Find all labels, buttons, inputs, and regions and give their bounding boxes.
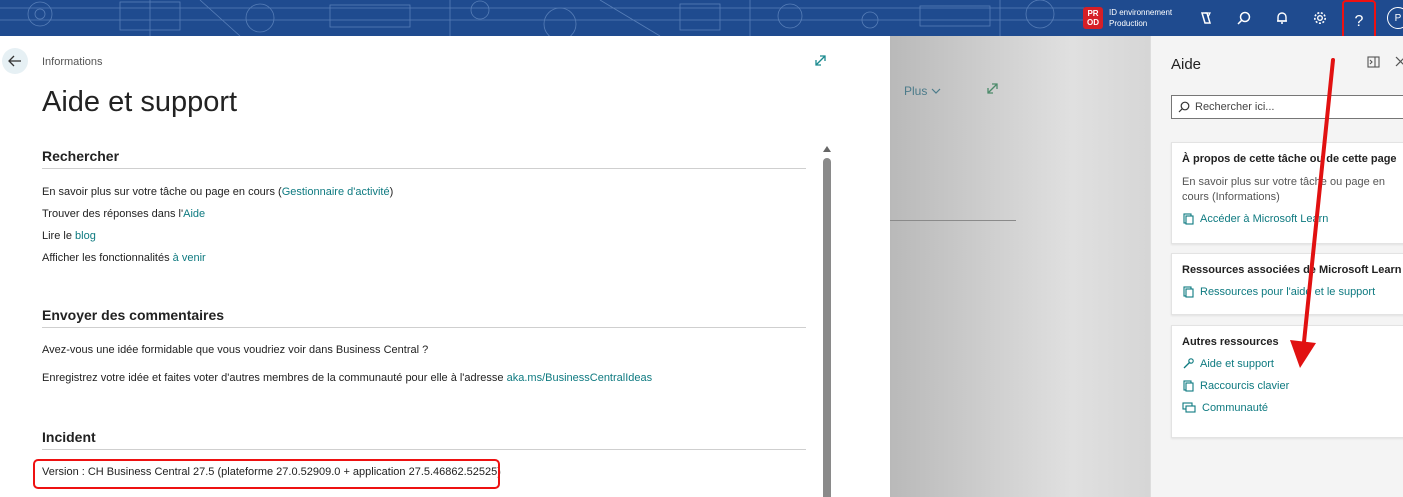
version-highlight-box [33,459,500,489]
section-heading: Incident [42,429,806,450]
link-label: Aide et support [1200,358,1274,370]
answers-line: Trouver des réponses dans l'Aide [42,208,205,220]
scrollbar-thumb[interactable] [823,158,831,497]
top-bar: PR OD ID environnement Production ? P [0,0,1403,36]
dock-icon [1367,56,1380,68]
help-link[interactable]: Aide [183,208,205,220]
link-label: Ressources pour l'aide et le support [1200,286,1376,298]
card-description: En savoir plus sur votre tâche ou page e… [1182,176,1386,203]
section-heading: Envoyer des commentaires [42,307,806,328]
scrollbar[interactable] [822,146,832,497]
undock-button[interactable] [1367,56,1380,71]
community-link[interactable]: Communauté [1182,402,1400,414]
close-icon [1395,56,1403,67]
link-label: Raccourcis clavier [1200,380,1290,392]
line-text: Enregistrez votre idée et faites voter d… [42,372,507,384]
upcoming-link[interactable]: à venir [173,252,206,264]
close-button[interactable] [1395,54,1403,70]
document-icon [1183,380,1194,392]
search-icon [1237,11,1251,25]
background-page: Plus [890,36,1150,497]
activity-manager-link[interactable]: Gestionnaire d'activité [282,186,390,198]
learn-resources-card: Ressources associées de Microsoft Learn … [1171,253,1403,315]
help-support-link[interactable]: Aide et support [1182,358,1400,370]
card-title: À propos de cette tâche ou de cette page [1182,153,1397,165]
link-label: Communauté [1202,402,1269,414]
other-resources-card: Autres ressources Aide et support Raccou… [1171,325,1403,438]
section-heading: Rechercher [42,148,806,169]
gear-icon [1314,12,1326,24]
wrench-icon [1183,358,1194,369]
task-info-line: En savoir plus sur votre tâche ou page e… [42,186,393,198]
support-resources-link[interactable]: Ressources pour l'aide et le support [1182,286,1400,298]
help-pane-title: Aide [1171,56,1202,73]
expand-button[interactable] [986,82,999,98]
card-title: Autres ressources [1182,336,1279,348]
blog-link[interactable]: blog [75,230,96,242]
help-icon: ? [1354,13,1364,30]
more-label: Plus [904,84,928,98]
learn-link[interactable]: Accéder à Microsoft Learn [1182,213,1400,225]
document-icon [1183,213,1194,225]
search-section: Rechercher En savoir plus sur votre tâch… [42,148,806,268]
line-text: Lire le [42,230,76,242]
link-label: Accéder à Microsoft Learn [1200,213,1329,225]
blueprint-banner [0,0,1100,36]
environment-label: ID environnement [1109,8,1173,17]
expand-icon [815,55,826,66]
search-button[interactable] [1225,0,1263,36]
chat-icon [1182,402,1196,413]
environment-name: Production [1109,19,1148,28]
notifications-button[interactable] [1263,0,1301,36]
feedback-section: Envoyer des commentaires Avez-vous une i… [42,307,806,387]
idea-question: Avez-vous une idée formidable que vous v… [42,344,429,356]
about-task-card: À propos de cette tâche ou de cette page… [1171,142,1403,244]
divider [890,220,1016,221]
user-avatar[interactable]: P [1387,7,1403,29]
page-title: Aide et support [42,86,238,118]
help-pane: Aide À propos de cette tâche ou de cette… [1150,36,1403,497]
upcoming-line: Afficher les fonctionnalités à venir [42,252,206,264]
ideas-link[interactable]: aka.ms/BusinessCentralIdeas [507,372,653,384]
more-menu[interactable]: Plus [904,84,941,98]
keyboard-shortcuts-link[interactable]: Raccourcis clavier [1182,380,1400,392]
copilot-button[interactable] [1187,0,1225,36]
environment-badge: PR OD [1083,7,1103,29]
line-text: ) [389,186,394,198]
information-panel: Informations Aide et support Rechercher … [0,36,890,497]
ideas-line: Enregistrez votre idée et faites voter d… [42,372,652,384]
topbar-actions: PR OD ID environnement Production ? P [1083,0,1403,36]
blog-line: Lire le blog [42,230,96,242]
environment-info[interactable]: ID environnement Production [1109,7,1187,29]
line-text: Trouver des réponses dans l' [42,208,184,220]
bell-icon [1277,12,1287,24]
search-icon [1178,101,1190,113]
help-button[interactable]: ? [1342,0,1376,36]
settings-button[interactable] [1301,0,1339,36]
back-button[interactable] [2,48,28,74]
expand-button[interactable] [814,54,827,70]
help-search-input[interactable] [1195,101,1395,113]
line-text: En savoir plus sur votre tâche ou page e… [42,186,282,198]
scroll-up-icon[interactable] [823,146,831,152]
chevron-down-icon [931,88,941,94]
card-title: Ressources associées de Microsoft Learn [1182,264,1402,276]
help-search-box[interactable] [1171,95,1403,119]
document-icon [1183,286,1194,298]
line-text: Afficher les fonctionnalités [42,252,173,264]
copilot-icon [1200,12,1212,24]
expand-icon [987,83,998,94]
arrow-left-icon [8,55,21,67]
breadcrumb: Informations [42,56,103,68]
